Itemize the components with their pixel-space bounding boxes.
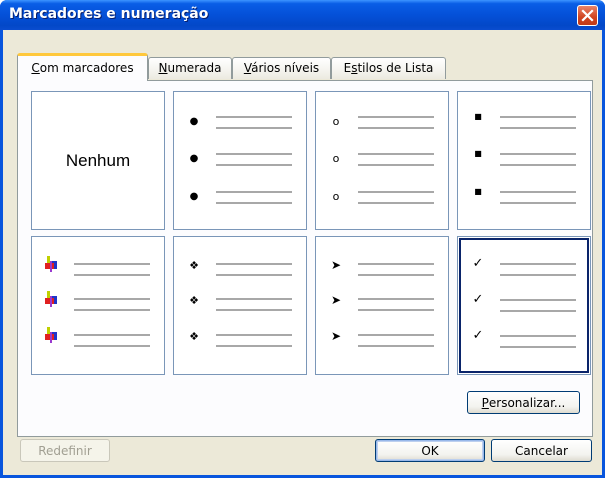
hollow-circle-icon: o: [332, 151, 340, 165]
text-line: [216, 309, 292, 311]
checkmark-icon: ✓: [472, 255, 484, 271]
filled-circle-icon: ●: [189, 116, 199, 127]
text-line: [500, 191, 576, 193]
filled-square-icon: ■: [474, 149, 482, 158]
text-line: [358, 202, 434, 204]
filled-circle-icon: ●: [189, 191, 199, 202]
text-line: [74, 298, 150, 300]
tab-estilos-de-lista[interactable]: Estilos de Lista: [331, 57, 446, 79]
text-line: [74, 263, 150, 265]
tab-panel: Nenhum ● ● ● o o o ■ ■ ■ ❖ ❖ ❖ ➤ ➤ ➤ ✓ ✓…: [17, 80, 593, 437]
tab-com-marcadores[interactable]: Com marcadores: [17, 53, 148, 81]
tab-com-marcadores-label: om marcadores: [39, 61, 134, 75]
text-line: [500, 346, 576, 348]
text-line: [74, 345, 150, 347]
bullet-style-none-label: Nenhum: [65, 150, 131, 170]
checkmark-icon: ✓: [472, 291, 484, 307]
ok-button[interactable]: OK: [375, 439, 485, 462]
text-line: [74, 334, 150, 336]
text-line: [216, 127, 292, 129]
colored-square-icon: [45, 256, 57, 272]
text-line: [358, 263, 434, 265]
text-line: [500, 153, 576, 155]
close-icon: [581, 9, 594, 22]
bullet-style-four-diamond[interactable]: ❖ ❖ ❖: [173, 236, 307, 375]
text-line: [216, 202, 292, 204]
text-line: [500, 299, 576, 301]
text-line: [358, 127, 434, 129]
text-line: [358, 334, 434, 336]
text-line: [216, 153, 292, 155]
four-diamond-icon: ❖: [189, 258, 199, 272]
customize-button-accel: P: [481, 395, 489, 410]
text-line: [500, 263, 576, 265]
text-line: [74, 309, 150, 311]
filled-circle-icon: ●: [189, 153, 199, 164]
arrowhead-icon: ➤: [330, 293, 342, 307]
text-line: [500, 127, 576, 129]
tab-varios-niveis[interactable]: Vários níveis: [232, 57, 331, 79]
title-bar[interactable]: Marcadores e numeração: [0, 0, 605, 30]
text-line: [216, 191, 292, 193]
arrowhead-icon: ➤: [330, 258, 342, 272]
bullet-style-checkmark[interactable]: ✓ ✓ ✓: [457, 236, 591, 375]
text-line: [500, 335, 576, 337]
text-line: [358, 153, 434, 155]
dialog-window: Marcadores e numeração Com marcadores Nu…: [0, 0, 605, 478]
bullet-style-filled-square[interactable]: ■ ■ ■: [457, 91, 591, 230]
bullet-style-filled-circle[interactable]: ● ● ●: [173, 91, 307, 230]
cancel-button[interactable]: Cancelar: [491, 439, 592, 462]
text-line: [358, 116, 434, 118]
text-line: [216, 345, 292, 347]
hollow-circle-icon: o: [332, 189, 340, 203]
four-diamond-icon: ❖: [189, 329, 199, 343]
text-line: [358, 164, 434, 166]
text-line: [216, 164, 292, 166]
text-line: [500, 202, 576, 204]
colored-square-icon: [45, 291, 57, 307]
text-line: [74, 274, 150, 276]
text-line: [216, 334, 292, 336]
text-line: [358, 309, 434, 311]
checkmark-icon: ✓: [472, 327, 484, 343]
text-line: [216, 274, 292, 276]
tab-com-marcadores-accel: C: [31, 61, 40, 75]
bullet-style-none[interactable]: Nenhum: [31, 91, 165, 230]
filled-square-icon: ■: [474, 112, 482, 121]
dialog-client-area: Com marcadores Numerada Vários níveis Es…: [3, 30, 602, 475]
text-line: [216, 298, 292, 300]
filled-square-icon: ■: [474, 187, 482, 196]
text-line: [358, 274, 434, 276]
customize-button[interactable]: Personalizar...: [467, 391, 580, 414]
text-line: [500, 164, 576, 166]
text-line: [358, 345, 434, 347]
tab-numerada-label: umerada: [167, 61, 222, 75]
tab-varios-niveis-label: ários níveis: [251, 61, 320, 75]
text-line: [500, 116, 576, 118]
close-button[interactable]: [577, 5, 598, 26]
tab-numerada-accel: N: [158, 61, 168, 75]
text-line: [216, 263, 292, 265]
text-line: [500, 274, 576, 276]
arrowhead-icon: ➤: [330, 329, 342, 343]
tab-estilos-de-lista-label: tilos de Lista: [357, 61, 434, 75]
window-title: Marcadores e numeração: [9, 6, 209, 22]
customize-button-label: ersonalizar...: [488, 395, 566, 410]
tab-numerada[interactable]: Numerada: [148, 57, 232, 79]
text-line: [500, 310, 576, 312]
text-line: [358, 191, 434, 193]
bullet-style-hollow-circle[interactable]: o o o: [315, 91, 449, 230]
reset-button[interactable]: Redefinir: [20, 439, 110, 462]
colored-square-icon: [45, 327, 57, 343]
hollow-circle-icon: o: [332, 114, 340, 128]
text-line: [358, 298, 434, 300]
four-diamond-icon: ❖: [189, 293, 199, 307]
text-line: [216, 116, 292, 118]
bullet-style-colored-square[interactable]: [31, 236, 165, 375]
bullet-style-arrowhead[interactable]: ➤ ➤ ➤: [315, 236, 449, 375]
